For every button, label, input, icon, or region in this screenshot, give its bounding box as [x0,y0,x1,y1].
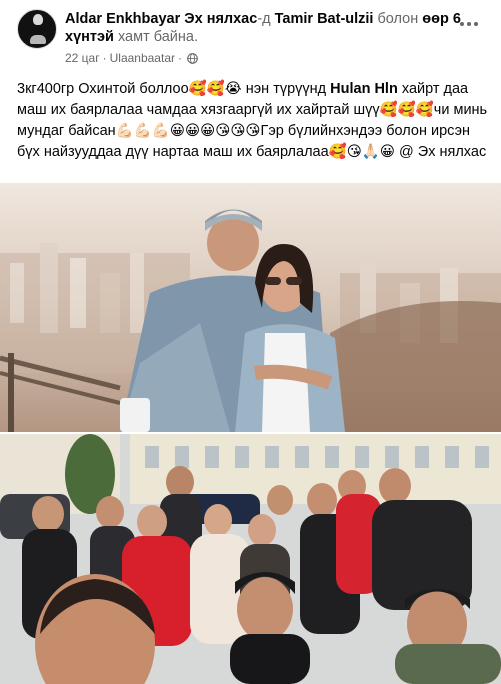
tagged-person-link[interactable]: Tamir Bat-ulzii [275,11,374,27]
couple-photo[interactable] [0,183,501,432]
dot-icon [474,22,478,26]
with-suffix: хамт байна. [117,29,198,45]
with-connector: болон [377,11,419,27]
post-headline: Aldar Enkhbayar Эх нялхас-д Tamir Bat-ul… [65,10,465,46]
logo-figure-body [30,35,46,44]
post-time[interactable]: 22 цаг [65,51,100,65]
more-options-button[interactable] [452,13,486,35]
meta-separator: · [102,51,107,65]
dot-icon [460,22,464,26]
logo-figure-head [33,14,43,25]
dot-icon [467,22,471,26]
post-meta: 22 цаг · Ulaanbaatar · [65,51,198,65]
mention-link[interactable]: Hulan Hln [330,81,398,97]
meta-separator-2: · [178,51,182,65]
tagged-page-link[interactable]: Эх нялхас [184,11,257,27]
facebook-post: Aldar Enkhbayar Эх нялхас-д Tamir Bat-ul… [0,0,501,684]
globe-icon[interactable] [187,52,198,64]
with-text: -д [257,11,271,27]
group-photo-art [0,434,501,684]
author-name[interactable]: Aldar Enkhbayar [65,11,180,27]
post-text-part-1: 3кг400гр Охинтой боллоо🥰🥰😭 нэн түрүүнд [17,81,331,97]
post-text: 3кг400гр Охинтой боллоо🥰🥰😭 нэн түрүүнд H… [17,79,491,163]
post-location[interactable]: Ulaanbaatar [110,51,175,65]
group-photo[interactable] [0,434,501,684]
avatar[interactable] [17,9,57,49]
couple-photo-art [0,183,501,432]
post-header: Aldar Enkhbayar Эх нялхас-д Tamir Bat-ul… [0,0,501,72]
